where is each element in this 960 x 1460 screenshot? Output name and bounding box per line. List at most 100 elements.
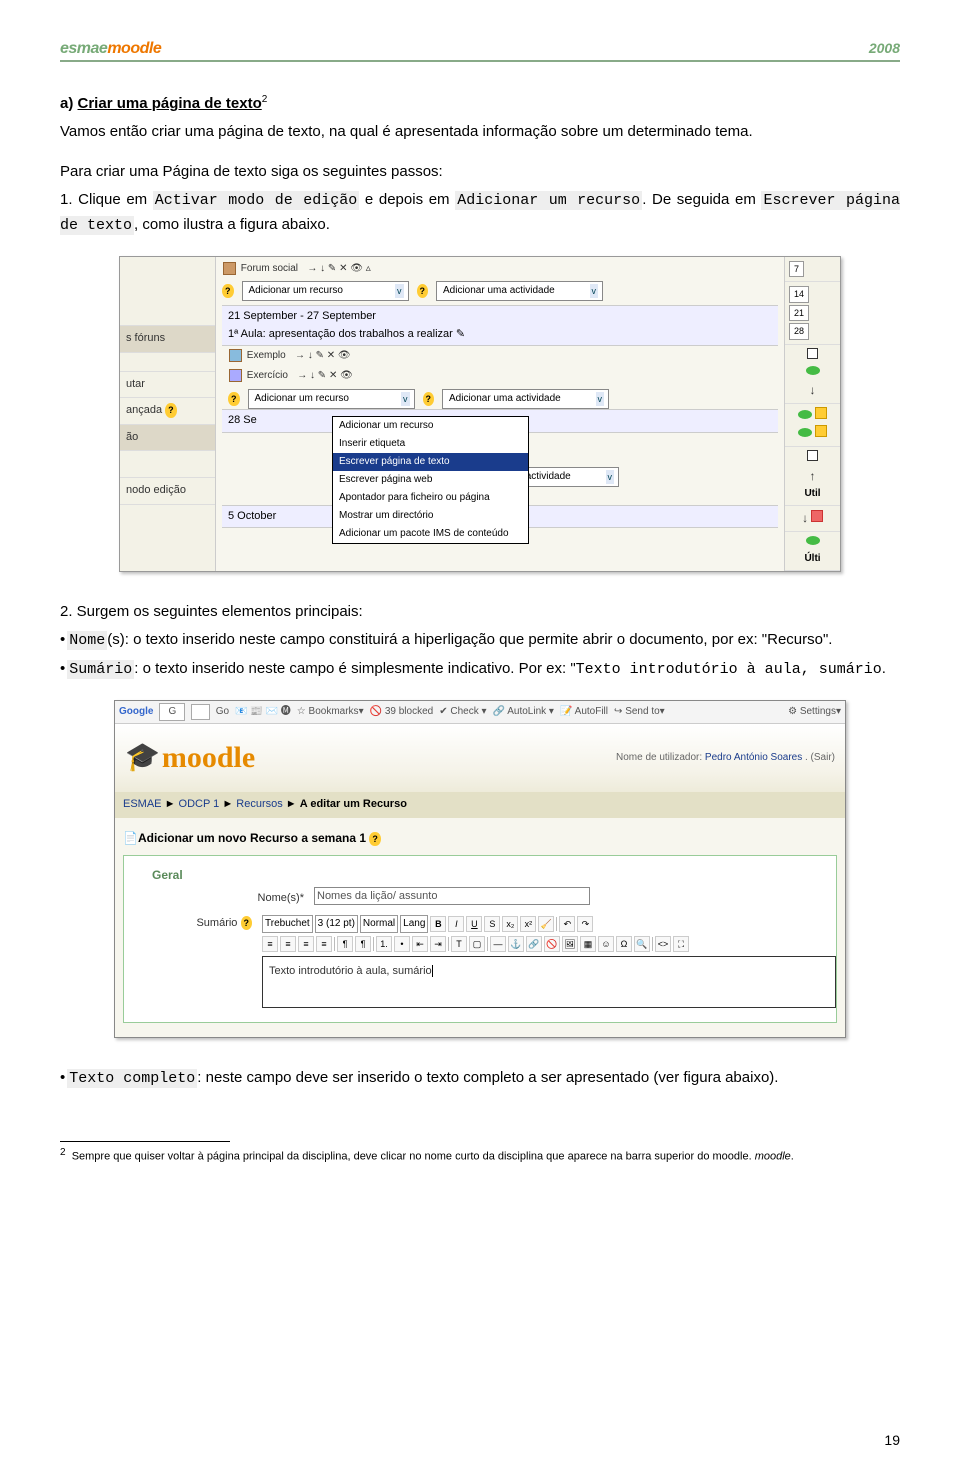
help-icon[interactable]: ?: [241, 916, 253, 930]
help-icon[interactable]: ?: [417, 284, 429, 298]
italic-button[interactable]: I: [448, 916, 464, 932]
unlink-button[interactable]: 🚫: [544, 936, 560, 952]
page: esmaemoodle 2008 a) Criar uma página de …: [0, 0, 960, 1460]
browser-toolbar: Google G Go 📧 📰 ✉️ 🅜 ☆ Bookmarks▾ 🚫 39 b…: [115, 701, 845, 724]
cal-cell[interactable]: 14: [789, 286, 809, 302]
select-add-resource-2[interactable]: Adicionar um recursov: [248, 389, 415, 409]
dropdown-item[interactable]: Apontador para ficheiro ou página: [333, 489, 528, 507]
strike-button[interactable]: S: [484, 916, 500, 932]
dropdown-resource-open[interactable]: Adicionar um recurso Inserir etiqueta Es…: [332, 416, 529, 544]
underline-button[interactable]: U: [466, 916, 482, 932]
redo-button[interactable]: ↷: [577, 916, 593, 932]
sendto-label[interactable]: Send to: [625, 706, 659, 717]
footnote: 2 Sempre que quiser voltar à página prin…: [60, 1146, 900, 1164]
select-add-activity-2[interactable]: Adicionar uma actividadev: [442, 389, 609, 409]
select-add-activity[interactable]: Adicionar uma actividadev: [436, 281, 603, 301]
checkbox-icon[interactable]: [807, 450, 818, 461]
content: a) Criar uma página de texto2 Vamos entã…: [60, 92, 900, 1091]
check-label[interactable]: Check: [450, 706, 478, 717]
bullet-texto-completo: •Texto completo: neste campo deve ser in…: [60, 1066, 900, 1091]
editor-size-select[interactable]: 3 (12 pt): [315, 915, 358, 933]
dropdown-item[interactable]: Adicionar um recurso: [333, 417, 528, 435]
search-button[interactable]: 🔍: [634, 936, 650, 952]
crumb-odcp[interactable]: ODCP 1: [179, 798, 220, 810]
table-button[interactable]: ▦: [580, 936, 596, 952]
cal-cell[interactable]: 21: [789, 305, 809, 321]
eye-icon[interactable]: [806, 536, 820, 545]
editor-lang-select[interactable]: Lang: [400, 915, 428, 933]
forum-social-label: Forum social: [241, 263, 298, 274]
editor-font-select[interactable]: Trebuchet: [262, 915, 313, 933]
eye-icon[interactable]: [798, 410, 812, 419]
dropdown-item[interactable]: Inserir etiqueta: [333, 435, 528, 453]
help-icon[interactable]: ?: [369, 832, 381, 846]
eye-icon[interactable]: [806, 366, 820, 375]
indent-button[interactable]: ⇥: [430, 936, 446, 952]
sup-button[interactable]: x²: [520, 916, 536, 932]
input-nome[interactable]: [314, 887, 590, 905]
help-icon[interactable]: ?: [423, 392, 435, 406]
ol-button[interactable]: 1.: [376, 936, 392, 952]
editor-style-select[interactable]: Normal: [360, 915, 398, 933]
align-right-button[interactable]: ≡: [298, 936, 314, 952]
label-nome: Nome(s)*: [124, 887, 314, 908]
badge-icon: [815, 425, 827, 437]
item-exercicio[interactable]: Exercício: [247, 370, 288, 381]
help-icon[interactable]: ?: [222, 284, 234, 298]
toolbar-dropdown[interactable]: [191, 704, 210, 720]
footnote-rule: [60, 1141, 230, 1142]
help-icon[interactable]: ?: [165, 403, 177, 417]
eye-icon[interactable]: [798, 428, 812, 437]
go-label[interactable]: Go: [216, 704, 229, 720]
editor-content[interactable]: Texto introdutório à aula, sumário: [262, 956, 836, 1008]
autofill-label[interactable]: AutoFill: [575, 706, 608, 717]
paragraph-steps: Para criar uma Página de texto siga os s…: [60, 160, 900, 184]
align-center-button[interactable]: ≡: [280, 936, 296, 952]
fieldset-geral: Geral Nome(s)* Sumário ? Trebuchet 3 (12…: [123, 855, 837, 1023]
link-button[interactable]: 🔗: [526, 936, 542, 952]
dropdown-item-selected[interactable]: Escrever página de texto: [333, 453, 528, 471]
bgcolor-button[interactable]: ▢: [469, 936, 485, 952]
header: esmaemoodle 2008: [60, 40, 900, 62]
hr-button[interactable]: —: [490, 936, 506, 952]
align-just-button[interactable]: ≡: [316, 936, 332, 952]
date-range: 21 September - 27 September: [228, 308, 772, 326]
dropdown-item[interactable]: Mostrar um directório: [333, 507, 528, 525]
direction-button[interactable]: ¶: [355, 936, 371, 952]
help-icon[interactable]: ?: [228, 392, 240, 406]
blocked-label: 39 blocked: [385, 706, 433, 717]
user-name-link[interactable]: Pedro António Soares: [705, 752, 802, 763]
autolink-label[interactable]: AutoLink: [507, 706, 546, 717]
form-title: 📄Adicionar um novo Recurso a semana 1 ?: [123, 826, 837, 851]
undo-button[interactable]: ↶: [559, 916, 575, 932]
logo: esmaemoodle: [60, 40, 161, 58]
anchor-button[interactable]: ⚓: [508, 936, 524, 952]
emoticon-button[interactable]: ☺: [598, 936, 614, 952]
g-button[interactable]: G: [159, 703, 185, 721]
item-exemplo[interactable]: Exemplo: [247, 350, 286, 361]
sub-button[interactable]: x₂: [502, 916, 518, 932]
cal-cell[interactable]: 28: [789, 323, 809, 339]
crumb-recursos[interactable]: Recursos: [236, 798, 282, 810]
ulti-label: Últi: [804, 553, 820, 564]
dropdown-item[interactable]: Adicionar um pacote IMS de conteúdo: [333, 525, 528, 543]
dropdown-item[interactable]: Escrever página web: [333, 471, 528, 489]
direction-button[interactable]: ¶: [337, 936, 353, 952]
settings-label[interactable]: Settings: [800, 706, 836, 717]
bookmarks-label[interactable]: Bookmarks: [309, 706, 359, 717]
color-button[interactable]: T: [451, 936, 467, 952]
screenshot-add-resource: Google G Go 📧 📰 ✉️ 🅜 ☆ Bookmarks▾ 🚫 39 b…: [114, 700, 846, 1038]
crumb-esmae[interactable]: ESMAE: [123, 798, 162, 810]
image-button[interactable]: 🖼: [562, 936, 578, 952]
select-add-resource[interactable]: Adicionar um recursov: [242, 281, 409, 301]
fullscreen-button[interactable]: ⛶: [673, 936, 689, 952]
bold-button[interactable]: B: [430, 916, 446, 932]
char-button[interactable]: Ω: [616, 936, 632, 952]
ul-button[interactable]: •: [394, 936, 410, 952]
clean-button[interactable]: 🧹: [538, 916, 554, 932]
source-button[interactable]: <>: [655, 936, 671, 952]
outdent-button[interactable]: ⇤: [412, 936, 428, 952]
checkbox-icon[interactable]: [807, 348, 818, 359]
cal-cell[interactable]: 7: [789, 261, 804, 277]
align-left-button[interactable]: ≡: [262, 936, 278, 952]
